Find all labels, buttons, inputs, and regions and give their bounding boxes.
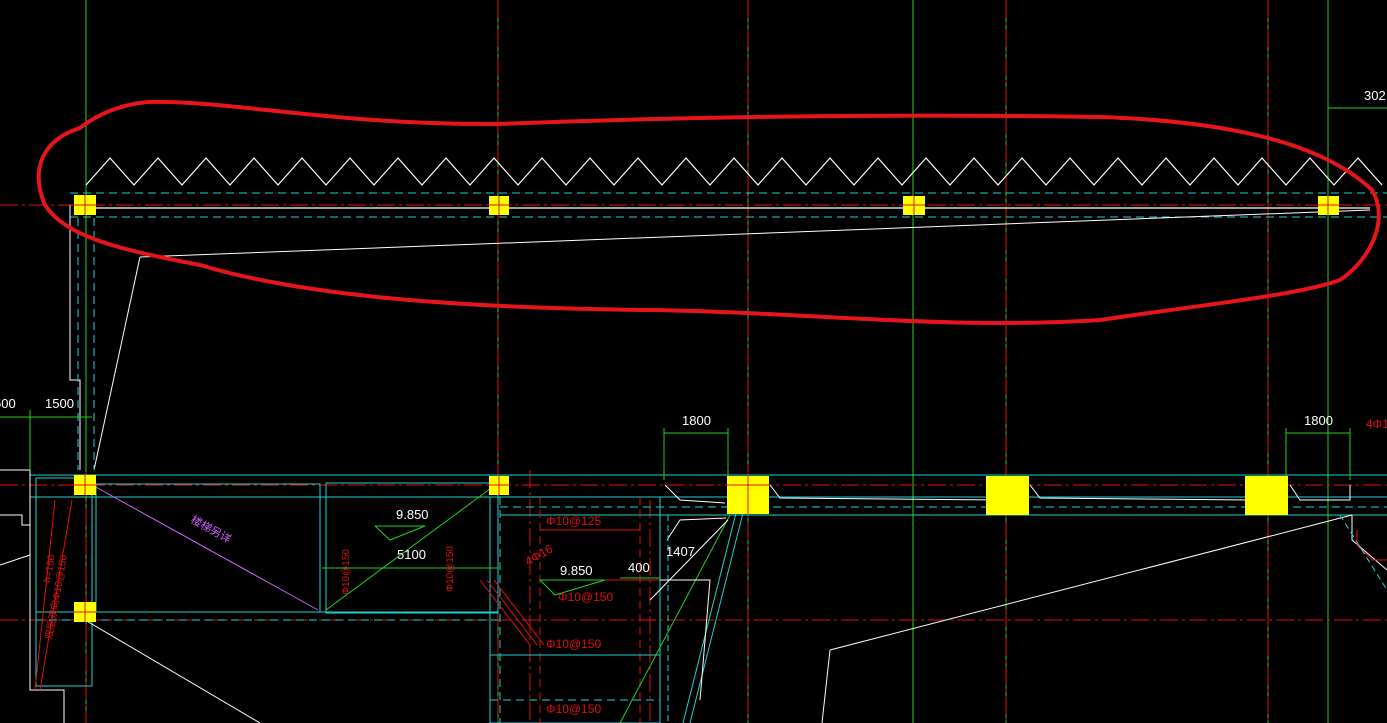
dimension-1800-right: 1800 bbox=[1304, 413, 1333, 428]
level-mark-1: 9.850 bbox=[396, 507, 429, 522]
column-lower-4 bbox=[986, 476, 1029, 515]
canvas-background bbox=[0, 0, 1387, 723]
dimension-500: 500 bbox=[0, 396, 16, 411]
rebar-note-4phi-right: 4Φ1 bbox=[1366, 417, 1387, 431]
dimension-400: 400 bbox=[628, 560, 650, 575]
rebar-note-phi10-150-c: Φ10@150 bbox=[546, 702, 601, 716]
rebar-note-phi10-150-b: Φ10@150 bbox=[546, 637, 601, 651]
dimension-1800-left: 1800 bbox=[682, 413, 711, 428]
rebar-note-vertical-2: Φ10@150 bbox=[445, 546, 456, 592]
dimension-1407: 1407 bbox=[666, 544, 695, 559]
rebar-note-phi10-125: Φ10@125 bbox=[546, 514, 601, 528]
cad-drawing-canvas[interactable]: 302 500 1500 1800 1800 5100 400 1407 9.8… bbox=[0, 0, 1387, 723]
rebar-note-vertical-1: Φ10@150 bbox=[341, 549, 352, 595]
column-lower-5 bbox=[1245, 476, 1288, 515]
dimension-5100: 5100 bbox=[397, 547, 426, 562]
rebar-note-phi10-150-a: Φ10@150 bbox=[558, 590, 613, 604]
dimension-302: 302 bbox=[1364, 88, 1386, 103]
level-mark-2: 9.850 bbox=[560, 563, 593, 578]
dimension-1500: 1500 bbox=[45, 396, 74, 411]
